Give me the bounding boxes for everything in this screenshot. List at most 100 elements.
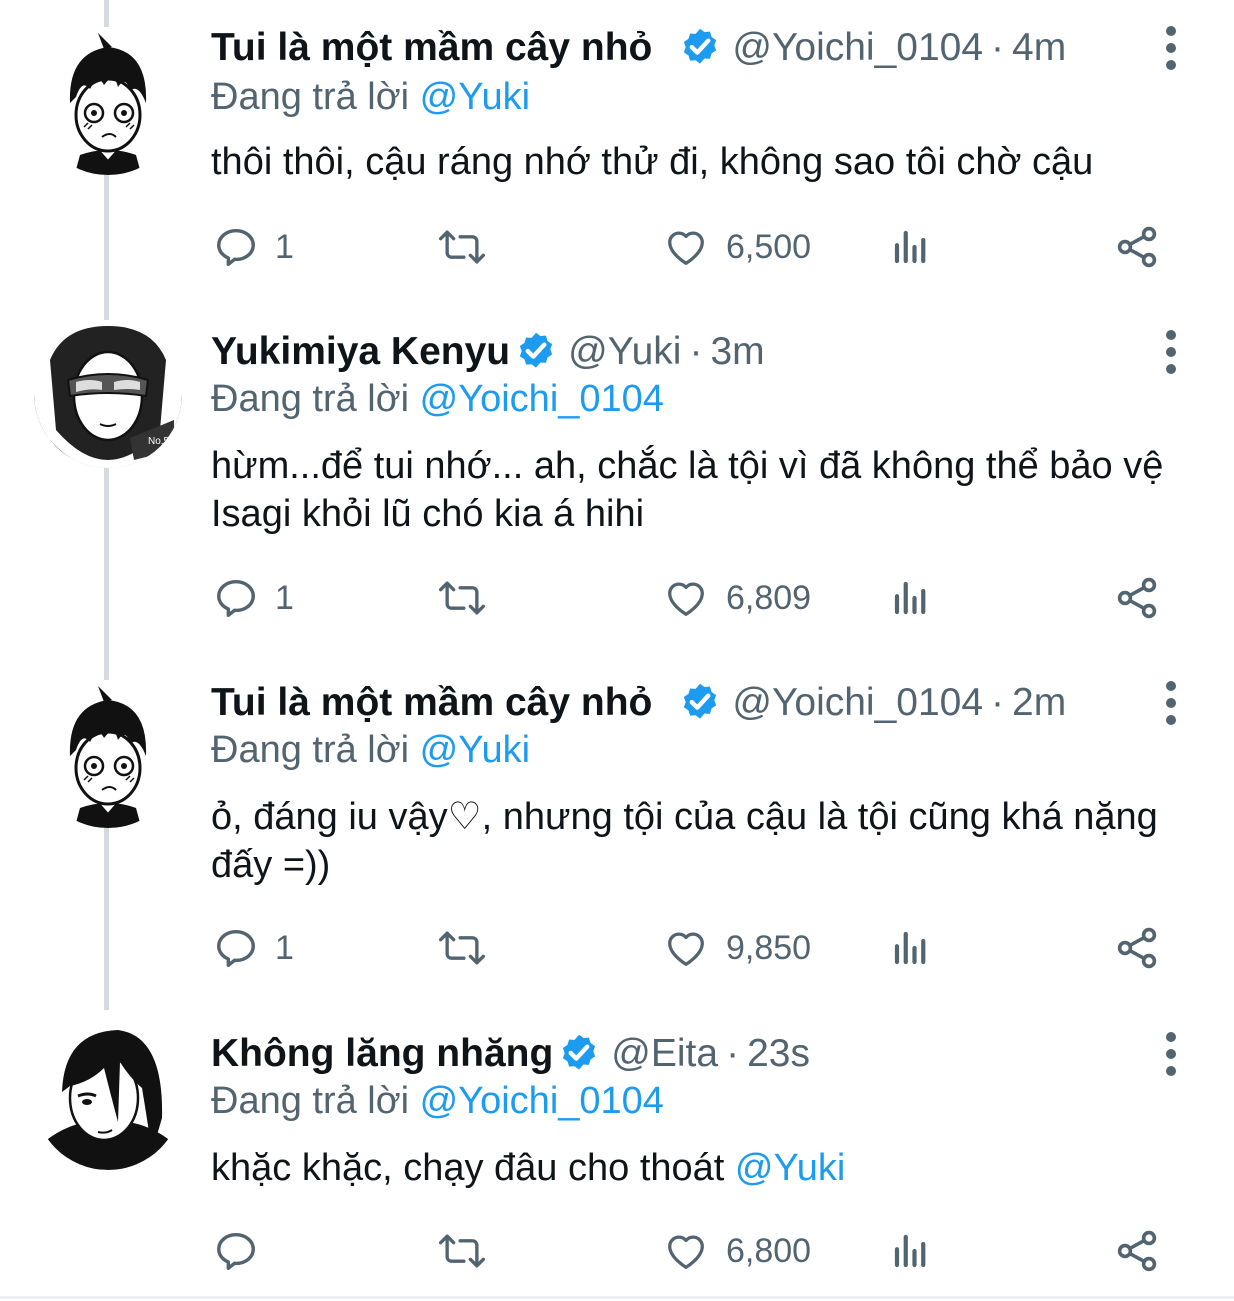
verified-badge-icon — [684, 683, 717, 719]
avatar-long-hair-character-icon — [34, 1022, 182, 1170]
separator-dot: · — [991, 26, 1005, 69]
tweet-header: Không lăng nhăng @Eita · 23s — [211, 1028, 810, 1080]
separator-dot: · — [726, 1032, 740, 1075]
reply-icon — [217, 1232, 255, 1270]
timestamp[interactable]: 23s — [747, 1032, 810, 1076]
user-handle[interactable]: @Yoichi_0104 — [732, 681, 983, 725]
tweet-text-body: khặc khặc, chạy đâu cho thoát — [211, 1147, 735, 1189]
tweet-text: hừm...để tui nhớ... ah, chắc là tội vì đ… — [211, 445, 1164, 535]
heart-icon — [668, 582, 704, 616]
timestamp[interactable]: 4m — [1012, 26, 1066, 70]
heart-icon — [668, 1235, 704, 1269]
user-handle[interactable]: @Yoichi_0104 — [732, 26, 983, 70]
replying-to-label: Đang trả lời — [211, 378, 410, 420]
replying-to-label: Đang trả lời — [211, 76, 410, 118]
replying-to-mention[interactable]: @Yoichi_0104 — [420, 378, 664, 420]
retweet-icon — [438, 931, 486, 965]
views-bar-chart-icon — [894, 1234, 926, 1268]
avatar[interactable]: No.5 — [34, 320, 182, 468]
display-name[interactable]: Không lăng nhăng — [211, 1032, 553, 1076]
retweet-icon — [438, 230, 486, 264]
reply-button[interactable]: 1 — [213, 923, 294, 973]
like-count: 9,850 — [726, 928, 812, 967]
timestamp[interactable]: 2m — [1012, 681, 1066, 725]
action-bar: 1 9,850 — [0, 923, 1234, 973]
views-button[interactable] — [890, 923, 932, 973]
replying-to-mention[interactable]: @Yoichi_0104 — [420, 1080, 664, 1122]
tweet-header: Tui là một mầm cây nhỏ @Yoichi_0104 · 4m — [211, 22, 1066, 74]
heart-icon — [668, 231, 704, 265]
share-button[interactable] — [1113, 1226, 1161, 1276]
reply-count: 1 — [275, 928, 294, 967]
views-button[interactable] — [890, 1226, 932, 1276]
verified-badge-icon — [563, 1034, 596, 1070]
verified-badge-icon — [684, 28, 717, 64]
tweet-text-mention[interactable]: @Yuki — [735, 1147, 845, 1189]
tweet-text: thôi thôi, cậu ráng nhớ thử đi, không sa… — [211, 141, 1094, 183]
share-icon — [1117, 1230, 1157, 1272]
replying-to: Đang trả lời @Yoichi_0104 — [211, 378, 664, 421]
share-button[interactable] — [1113, 923, 1161, 973]
retweet-icon — [438, 581, 486, 615]
avatar-dark-hair-boy-icon — [34, 680, 182, 828]
svg-text:No.5: No.5 — [148, 436, 170, 447]
retweet-button[interactable] — [436, 923, 488, 973]
like-button[interactable]: 6,500 — [662, 222, 811, 272]
reply-count: 1 — [275, 227, 294, 266]
like-count: 6,809 — [726, 578, 812, 617]
share-button[interactable] — [1113, 222, 1161, 272]
replying-to-mention[interactable]: @Yuki — [420, 76, 530, 118]
avatar[interactable] — [34, 680, 182, 828]
more-options-icon[interactable] — [1160, 681, 1182, 725]
retweet-button[interactable] — [436, 1226, 488, 1276]
tweet-header: Yukimiya Kenyu @Yuki · 3m — [211, 326, 765, 378]
user-handle[interactable]: @Yuki — [568, 330, 681, 374]
tweet-header: Tui là một mầm cây nhỏ @Yoichi_0104 · 2m — [211, 677, 1066, 729]
like-button[interactable]: 6,800 — [662, 1226, 811, 1276]
reply-icon — [217, 228, 255, 266]
tweet-text: khặc khặc, chạy đâu cho thoát @Yuki — [211, 1144, 1211, 1192]
action-bar: 1 6,500 — [0, 222, 1234, 272]
share-button[interactable] — [1113, 573, 1161, 623]
separator-dot: · — [991, 681, 1005, 724]
replying-to: Đang trả lời @Yuki — [211, 729, 530, 772]
reply-button[interactable]: 1 — [213, 573, 294, 623]
display-name[interactable]: Tui là một mầm cây nhỏ — [211, 681, 652, 725]
verified-badge-icon — [520, 332, 553, 368]
like-count: 6,500 — [726, 227, 812, 266]
more-options-icon[interactable] — [1160, 26, 1182, 70]
display-name[interactable]: Yukimiya Kenyu — [211, 330, 510, 374]
tweet-text: ỏ, đáng iu vậy♡, nhưng tội của cậu là tộ… — [211, 796, 1158, 886]
action-bar: 1 6,809 — [0, 573, 1234, 623]
user-handle[interactable]: @Eita — [611, 1032, 718, 1076]
like-button[interactable]: 6,809 — [662, 573, 811, 623]
reply-button[interactable]: 1 — [213, 222, 294, 272]
share-icon — [1117, 927, 1157, 969]
divider — [0, 1296, 1234, 1299]
views-button[interactable] — [890, 573, 932, 623]
like-count: 6,800 — [726, 1231, 812, 1270]
like-button[interactable]: 9,850 — [662, 923, 811, 973]
reply-icon — [217, 579, 255, 617]
more-options-icon[interactable] — [1160, 1032, 1182, 1076]
avatar-dark-hair-boy-icon — [34, 27, 182, 175]
retweet-button[interactable] — [436, 573, 488, 623]
replying-to-label: Đang trả lời — [211, 1080, 410, 1122]
more-options-icon[interactable] — [1160, 330, 1182, 374]
reply-button[interactable] — [213, 1226, 275, 1276]
reply-count: 1 — [275, 578, 294, 617]
replying-to-label: Đang trả lời — [211, 729, 410, 771]
retweet-icon — [438, 1234, 486, 1268]
views-bar-chart-icon — [894, 931, 926, 965]
reply-icon — [217, 929, 255, 967]
views-bar-chart-icon — [894, 581, 926, 615]
action-bar: 6,800 — [0, 1226, 1234, 1276]
views-button[interactable] — [890, 222, 932, 272]
replying-to: Đang trả lời @Yuki — [211, 76, 530, 119]
retweet-button[interactable] — [436, 222, 488, 272]
avatar[interactable] — [34, 27, 182, 175]
timestamp[interactable]: 3m — [710, 330, 764, 374]
avatar[interactable] — [34, 1022, 182, 1170]
display-name[interactable]: Tui là một mầm cây nhỏ — [211, 26, 652, 70]
replying-to-mention[interactable]: @Yuki — [420, 729, 530, 771]
